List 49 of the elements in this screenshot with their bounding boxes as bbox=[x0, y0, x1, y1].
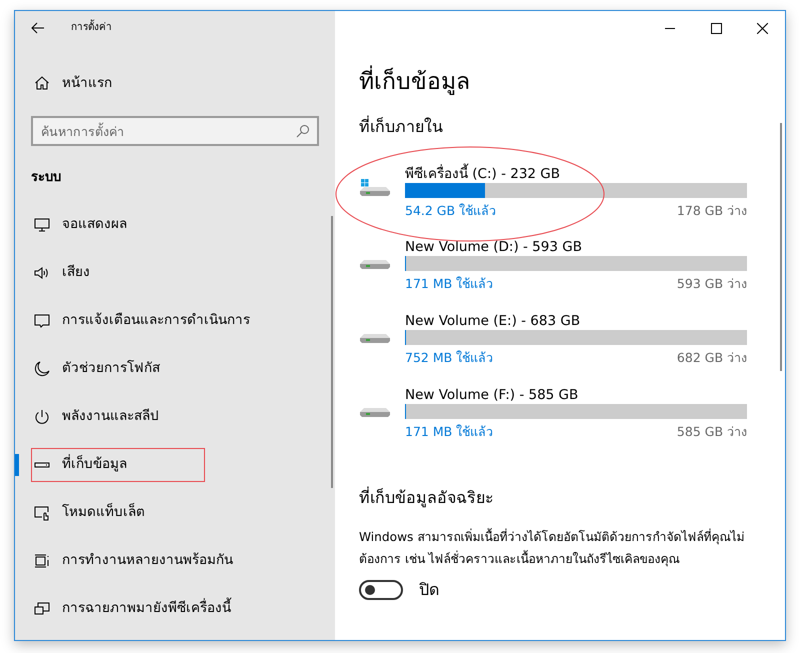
power-icon bbox=[34, 408, 50, 424]
free-space: 593 GB ว่าง bbox=[676, 275, 747, 294]
multitask-icon bbox=[34, 552, 50, 568]
free-space: 178 GB ว่าง bbox=[676, 202, 747, 220]
toggle-label: ปิด bbox=[419, 578, 439, 601]
sidebar-item[interactable]: ที่เก็บข้อมูล bbox=[31, 448, 205, 482]
sidebar-item[interactable]: การทำงานหลายงานพร้อมกัน bbox=[31, 544, 242, 578]
free-space: 585 GB ว่าง bbox=[676, 422, 747, 441]
speaker-icon bbox=[34, 264, 50, 280]
moon-icon bbox=[34, 360, 50, 376]
free-space: 682 GB ว่าง bbox=[676, 349, 747, 368]
sidebar-item[interactable]: โหมดแท็บเล็ต bbox=[31, 496, 205, 530]
drive-name[interactable]: New Volume (F:) - 585 GB bbox=[405, 386, 747, 404]
used-space: 171 MB ใช้แล้ว bbox=[405, 275, 494, 294]
search-field[interactable]: ค้นหาการตั้งค่า bbox=[31, 116, 319, 146]
system-drive-icon bbox=[359, 178, 391, 197]
section-heading: ที่เก็บข้อมูลอัจฉริยะ bbox=[359, 486, 495, 510]
used-space: 54.2 GB ใช้แล้ว bbox=[405, 202, 496, 220]
scrollbar[interactable] bbox=[780, 123, 782, 371]
sidebar-item[interactable]: การฉายภาพมายังพีซีเครื่องนี้ bbox=[31, 592, 240, 626]
home-link[interactable]: หน้าแรก bbox=[31, 63, 205, 103]
sidebar-item[interactable]: พลังงานและสลีป bbox=[31, 400, 205, 434]
projector-icon bbox=[34, 600, 50, 616]
sidebar-item[interactable]: การแจ้งเตือนและการดำเนินการ bbox=[31, 304, 259, 338]
search-icon bbox=[296, 124, 310, 138]
drive-name[interactable]: New Volume (D:) - 593 GB bbox=[405, 238, 747, 256]
used-space: 171 MB ใช้แล้ว bbox=[405, 422, 494, 441]
selection-indicator bbox=[15, 454, 19, 476]
section-heading: ระบบ bbox=[30, 169, 62, 187]
tablet-icon bbox=[34, 504, 50, 520]
sidebar-item[interactable]: เสียง bbox=[31, 256, 205, 290]
drive-name[interactable]: New Volume (E:) - 683 GB bbox=[405, 312, 747, 330]
sidebar-item[interactable]: ตัวช่วยการโฟกัส bbox=[31, 352, 205, 386]
close-icon bbox=[756, 22, 768, 34]
home-icon bbox=[34, 75, 50, 91]
message-icon bbox=[34, 312, 50, 328]
drive-name[interactable]: พีซีเครื่องนี้ (C:) - 232 GB bbox=[405, 164, 747, 183]
display-icon bbox=[34, 216, 50, 232]
window-title: การตั้งค่า bbox=[71, 20, 112, 34]
used-space: 752 MB ใช้แล้ว bbox=[405, 349, 494, 368]
maximize-icon bbox=[710, 22, 722, 34]
scrollbar[interactable] bbox=[331, 216, 333, 488]
toggle-switch[interactable] bbox=[359, 580, 403, 600]
section-heading: ที่เก็บภายใน bbox=[359, 114, 444, 138]
sidebar-item[interactable]: จอแสดงผล bbox=[31, 208, 205, 242]
drive-icon bbox=[359, 408, 391, 418]
description-text: Windows สามารถเพิ่มเนื้อที่ว่างได้โดยอัตโนมัติด้วยการกำจัดไฟล์ที่คุณไม่ต้องการ เช่น ไฟล์ชั่วคราวและเนื้อหาภายในถังรีไซเคิลของคุณ bbox=[359, 527, 746, 568]
drive-icon bbox=[359, 334, 391, 344]
drive-icon bbox=[359, 260, 391, 270]
